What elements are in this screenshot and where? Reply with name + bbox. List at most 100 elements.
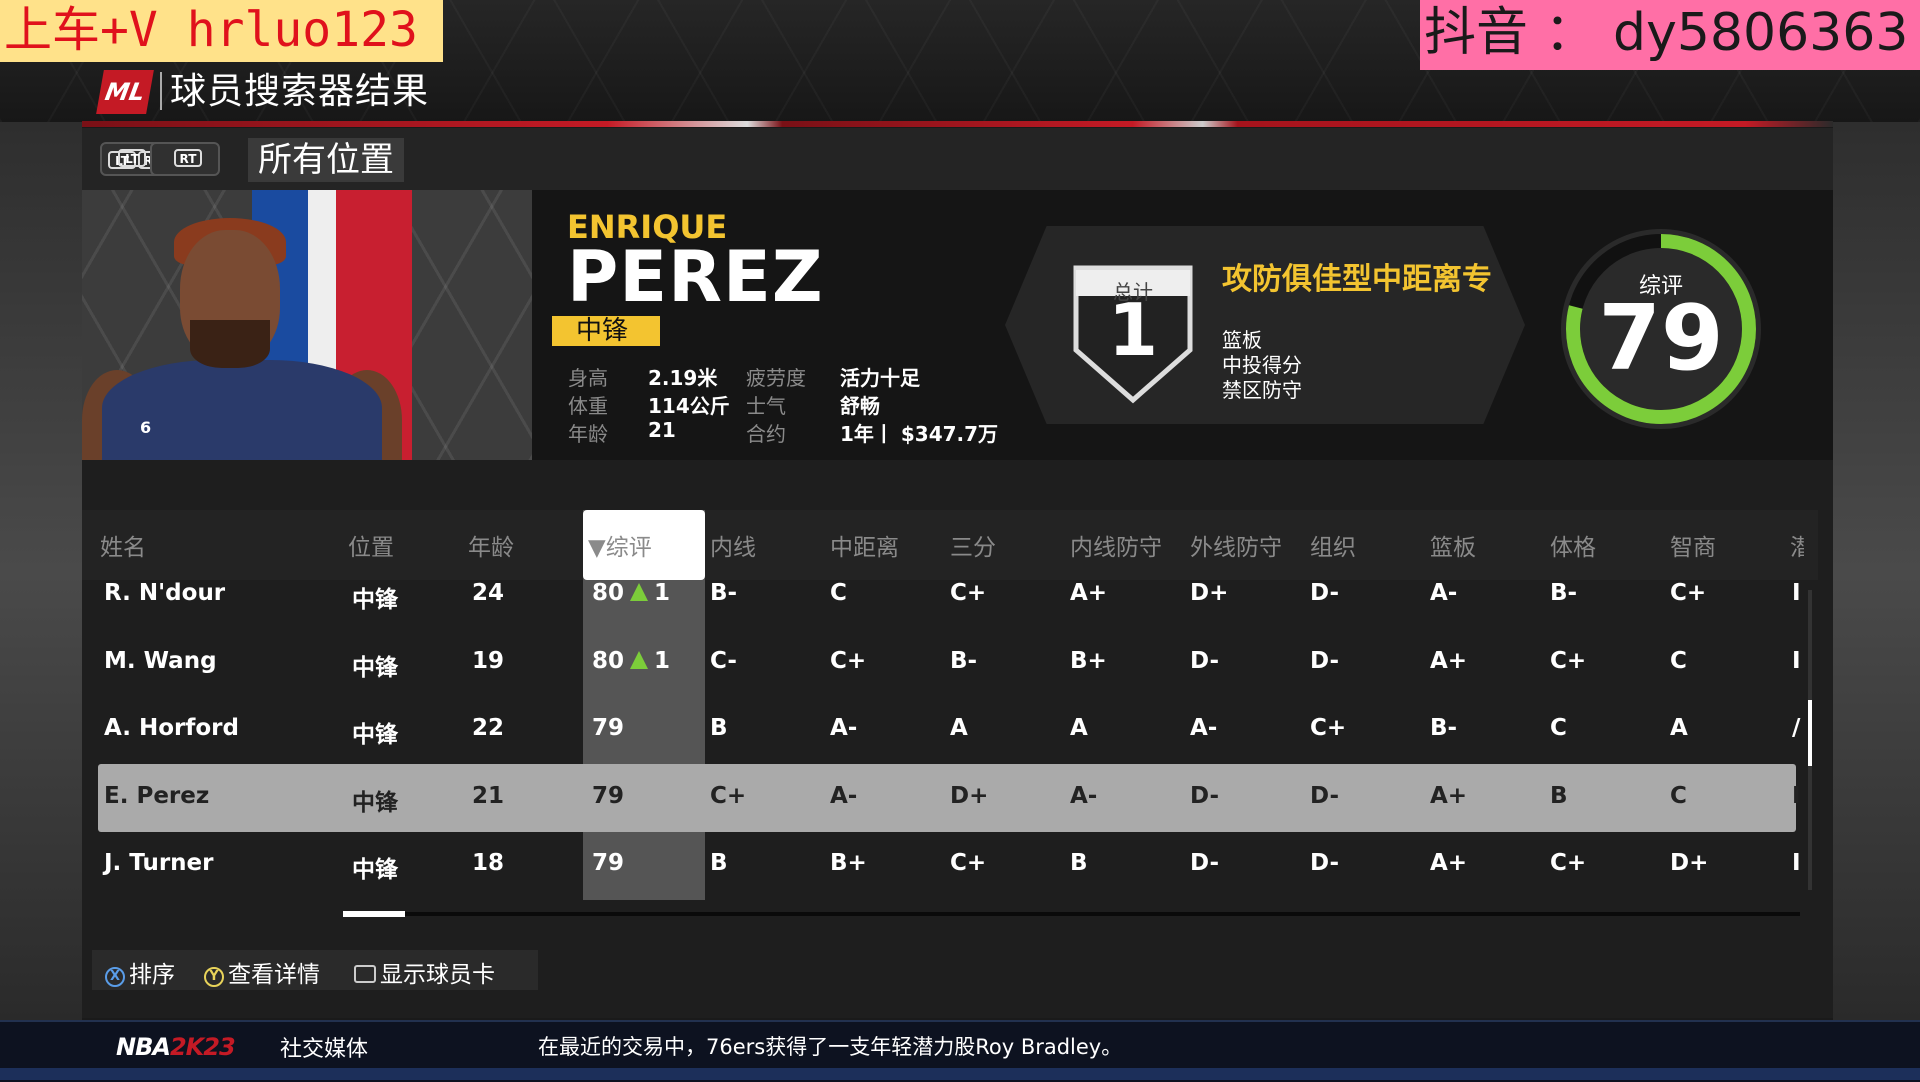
height-label: 身高 bbox=[568, 366, 608, 390]
column-header[interactable]: ▼综评 bbox=[588, 528, 652, 562]
overall-cell: 79 bbox=[592, 850, 624, 876]
grade-cell: A+ bbox=[1430, 850, 1468, 876]
grade-cell: C bbox=[1670, 647, 1687, 674]
column-header[interactable]: 三分 bbox=[950, 528, 996, 562]
grade-cell: A bbox=[1070, 715, 1088, 741]
watermark-left: 上车+V hrluo123 bbox=[0, 0, 443, 62]
position-badge: 中锋 bbox=[552, 316, 660, 346]
x-button-icon: X bbox=[105, 967, 125, 987]
overall-value: 80 bbox=[592, 580, 625, 606]
grade-cell: I bbox=[1792, 782, 1801, 809]
grade-cell: D+ bbox=[1190, 580, 1229, 606]
overall-cell: 79 bbox=[592, 715, 624, 741]
grade-cell: D- bbox=[1310, 647, 1340, 674]
column-header[interactable]: 内线防守 bbox=[1070, 528, 1162, 562]
column-header[interactable]: 篮板 bbox=[1430, 528, 1476, 562]
grade-cell: A- bbox=[1430, 580, 1458, 606]
grade-cell: C+ bbox=[1670, 580, 1707, 606]
ticker-message: 在最近的交易中，76ers获得了一支年轻潜力股Roy Bradley。 bbox=[538, 1035, 1123, 1059]
horizontal-scrollbar[interactable] bbox=[343, 912, 1800, 916]
position-cell: 中锋 bbox=[352, 857, 398, 883]
myleague-logo: ML bbox=[96, 70, 154, 114]
grade-cell: A+ bbox=[1430, 647, 1468, 674]
2k23-logo-text: 2K23 bbox=[169, 1033, 236, 1061]
age-cell: 24 bbox=[472, 580, 505, 606]
grade-cell: D- bbox=[1190, 782, 1220, 809]
overall-cell: 79 bbox=[592, 783, 624, 809]
rating-delta: 1 bbox=[654, 580, 671, 606]
overall-value: 80 bbox=[592, 647, 625, 674]
overall-value: 79 bbox=[592, 715, 625, 741]
column-header[interactable]: 年龄 bbox=[468, 528, 514, 562]
contract-label: 合约 bbox=[746, 422, 786, 446]
grade-cell: B+ bbox=[830, 850, 867, 876]
grade-cell: B- bbox=[1550, 580, 1578, 606]
card-control[interactable]: 显示球员卡 bbox=[354, 955, 495, 989]
column-header[interactable]: 组织 bbox=[1310, 528, 1356, 562]
age-cell: 18 bbox=[472, 850, 505, 876]
age-value: 21 bbox=[648, 418, 676, 442]
grade-cell: C+ bbox=[1550, 647, 1587, 674]
grade-cell: B- bbox=[1430, 715, 1458, 741]
sort-control[interactable]: X 排序 bbox=[105, 955, 175, 989]
fatigue-value: 活力十足 bbox=[840, 366, 920, 390]
morale-label: 士气 bbox=[746, 394, 786, 418]
grade-cell: A- bbox=[830, 782, 858, 809]
position-filter[interactable]: 所有位置 bbox=[248, 138, 404, 182]
column-header[interactable]: 潜 bbox=[1790, 528, 1804, 562]
player-last-name: PEREZ bbox=[567, 236, 824, 318]
rating-up-arrow-icon bbox=[630, 650, 649, 669]
grade-cell: / bbox=[1792, 715, 1801, 741]
column-header[interactable]: 内线 bbox=[710, 528, 756, 562]
rt-label: RT bbox=[174, 149, 202, 167]
grade-cell: B bbox=[1550, 782, 1568, 809]
sort-label: 排序 bbox=[129, 962, 175, 988]
column-header[interactable]: 位置 bbox=[348, 528, 394, 562]
grade-cell: B bbox=[1070, 850, 1088, 876]
position-cell: 中锋 bbox=[352, 654, 398, 681]
page-title: 球员搜索器结果 bbox=[170, 71, 430, 112]
archetype-total-value: 1 bbox=[1107, 288, 1159, 372]
column-header[interactable]: 姓名 bbox=[100, 528, 146, 562]
grade-cell: B- bbox=[950, 647, 978, 674]
column-header[interactable]: 体格 bbox=[1550, 528, 1596, 562]
overall-cell: 80 1 bbox=[592, 580, 670, 606]
grade-cell: B- bbox=[710, 580, 738, 606]
height-value: 2.19米 bbox=[648, 366, 718, 390]
age-cell: 21 bbox=[472, 782, 505, 809]
details-control[interactable]: Y 查看详情 bbox=[204, 955, 320, 989]
column-header[interactable]: 外线防守 bbox=[1190, 528, 1282, 562]
grade-cell: A- bbox=[1070, 782, 1098, 809]
contract-value: 1年丨 $347.7万 bbox=[840, 422, 999, 446]
grade-cell: D- bbox=[1190, 647, 1220, 674]
column-header[interactable]: 智商 bbox=[1670, 528, 1716, 562]
player-name-cell: R. N'dour bbox=[104, 580, 226, 606]
grade-cell: B bbox=[710, 715, 728, 741]
grade-cell: A- bbox=[1190, 715, 1218, 741]
grade-cell: D- bbox=[1310, 580, 1340, 606]
grade-cell: B bbox=[710, 850, 728, 876]
grade-cell: C bbox=[1550, 715, 1567, 741]
watermark-right: 抖音 ： dy5806363 bbox=[1420, 0, 1920, 70]
overall-value: 79 bbox=[592, 850, 625, 876]
horizontal-scroll-thumb[interactable] bbox=[343, 911, 405, 917]
grade-cell: C bbox=[1670, 782, 1687, 809]
grade-cell: D- bbox=[1190, 850, 1220, 876]
touchpad-icon bbox=[354, 965, 376, 983]
nba2k23-logo: NBA2K23 bbox=[116, 1033, 236, 1061]
vertical-scroll-thumb[interactable] bbox=[1808, 700, 1812, 766]
overall-cell: 80 1 bbox=[592, 648, 670, 674]
player-name-cell: A. Horford bbox=[104, 715, 239, 741]
weight-value: 114公斤 bbox=[648, 394, 730, 418]
grade-cell: C bbox=[830, 580, 847, 606]
grade-cell: D- bbox=[1310, 782, 1340, 809]
overall-value: 79 bbox=[1598, 286, 1724, 391]
ticker-bottom-bar bbox=[0, 1068, 1920, 1080]
grade-cell: A+ bbox=[1430, 782, 1468, 809]
lt-label: LT bbox=[118, 149, 146, 167]
grade-cell: C+ bbox=[1550, 850, 1587, 876]
overall-value: 79 bbox=[592, 782, 625, 809]
column-header[interactable]: 中距离 bbox=[830, 528, 899, 562]
ticker-category: 社交媒体 bbox=[280, 1037, 369, 1062]
fatigue-label: 疲劳度 bbox=[746, 366, 806, 390]
